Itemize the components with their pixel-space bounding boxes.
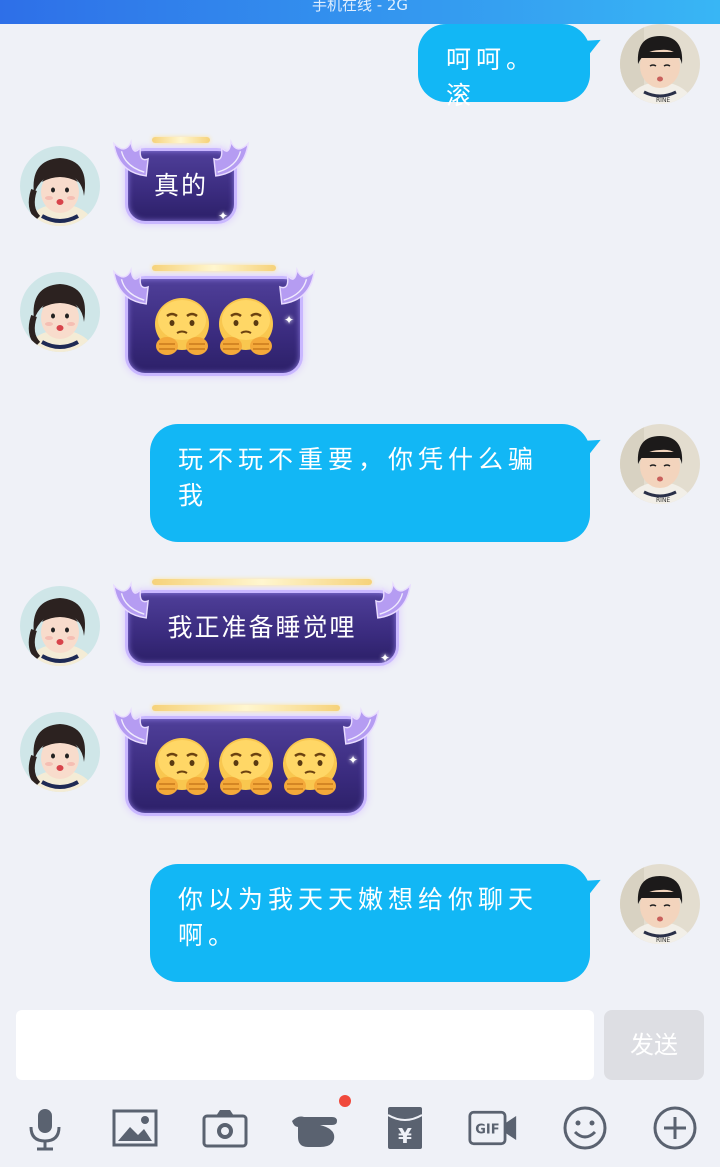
camera-icon[interactable] [200, 1103, 250, 1153]
wing-icon [213, 141, 249, 177]
wing-icon [113, 269, 149, 305]
bubble-frame-bar [152, 137, 210, 143]
bubble-frame-bar [152, 265, 276, 271]
status-text: 手机在线 - 2G [311, 0, 409, 14]
message-text: 你以为我天天嫩想给你聊天啊。 [178, 885, 539, 950]
boy-avatar[interactable] [620, 424, 700, 504]
worried-face-emoji [153, 736, 211, 797]
svg-text:GIF: GIF [475, 1123, 499, 1138]
message-text: 真的 [153, 171, 208, 200]
girl-avatar[interactable] [20, 586, 100, 666]
girl-avatar[interactable] [20, 712, 100, 792]
message-text: 呵呵。滚 [446, 45, 537, 110]
incoming-bubble[interactable]: ✦ 我正准备睡觉哩 [113, 579, 411, 666]
worried-face-emoji [217, 296, 275, 357]
microphone-icon[interactable] [20, 1103, 70, 1153]
bubble-frame-bar [152, 705, 340, 711]
message-text: 我正准备睡觉哩 [167, 613, 357, 642]
outgoing-bubble[interactable]: 呵呵。滚 [418, 24, 590, 110]
notification-badge [339, 1095, 351, 1107]
outgoing-bubble[interactable]: 玩不玩不重要，你凭什么骗我 [150, 424, 590, 542]
chat-list[interactable]: 呵呵。滚 ✦ 真的 ✦ 玩不玩不重要，你凭什么骗我 ✦ 我正准备睡觉哩 ✦ 你以… [0, 24, 720, 1000]
girl-avatar[interactable] [20, 146, 100, 226]
outgoing-bubble[interactable]: 你以为我天天嫩想给你聊天啊。 [150, 864, 590, 982]
svg-text:¥: ¥ [398, 1124, 412, 1148]
wing-icon [113, 583, 149, 619]
send-button[interactable]: 发送 [604, 1010, 704, 1080]
chat-toolbar: ¥ GIF [0, 1095, 720, 1167]
wing-icon [113, 709, 149, 745]
bubble-frame-bar [152, 579, 372, 585]
sparkle-icon: ✦ [283, 313, 296, 327]
incoming-bubble[interactable]: ✦ 真的 [113, 137, 249, 224]
wing-icon [279, 269, 315, 305]
boy-avatar[interactable] [620, 24, 700, 104]
girl-avatar[interactable] [20, 272, 100, 352]
sparkle-icon: ✦ [379, 651, 392, 665]
incoming-bubble[interactable]: ✦ [113, 265, 315, 376]
worried-face-emoji [153, 296, 211, 357]
wing-icon [343, 709, 379, 745]
emoji-icon[interactable] [560, 1103, 610, 1153]
input-area: 发送 [0, 1000, 720, 1095]
status-bar: 手机在线 - 2G [0, 0, 720, 24]
sparkle-icon: ✦ [217, 209, 230, 223]
red-packet-icon[interactable]: ¥ [380, 1103, 430, 1153]
image-icon[interactable] [110, 1103, 160, 1153]
worried-face-emoji [281, 736, 339, 797]
message-input[interactable] [16, 1010, 594, 1080]
gif-icon[interactable]: GIF [468, 1103, 518, 1153]
wing-icon [375, 583, 411, 619]
worried-face-emoji [217, 736, 275, 797]
boy-avatar[interactable] [620, 864, 700, 944]
message-text: 玩不玩不重要，你凭什么骗我 [178, 445, 539, 510]
sparkle-icon: ✦ [347, 753, 360, 767]
incoming-bubble[interactable]: ✦ [113, 705, 379, 816]
wing-icon [113, 141, 149, 177]
poke-hand-icon[interactable] [290, 1103, 340, 1153]
plus-icon[interactable] [650, 1103, 700, 1153]
